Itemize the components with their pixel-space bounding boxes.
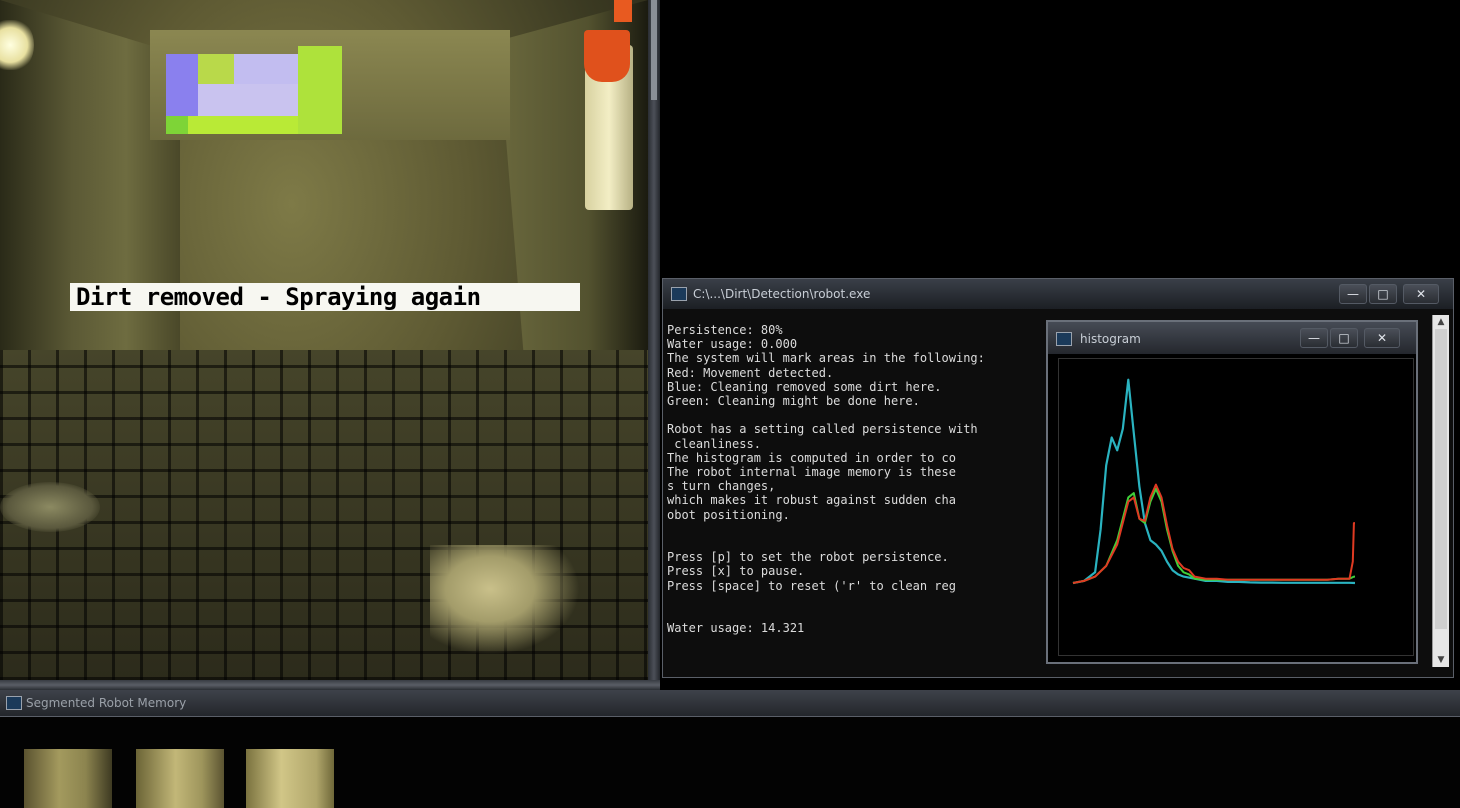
console-close-button[interactable]: ✕ (1403, 284, 1439, 304)
camera-view: Dirt removed - Spraying again (0, 0, 648, 680)
memory-window-title: Segmented Robot Memory (26, 696, 187, 710)
overlay-green-region (298, 46, 342, 134)
histogram-close-button[interactable]: ✕ (1364, 328, 1400, 348)
console-line: Red: Movement detected. (667, 365, 834, 380)
console-line: s turn changes, (667, 479, 776, 494)
histogram-titlebar[interactable]: histogram — □ ✕ (1048, 322, 1416, 354)
memory-window (0, 717, 1460, 808)
memory-thumbnail (24, 749, 112, 808)
console-line: The system will mark areas in the follow… (667, 351, 985, 366)
console-line: Water usage: 0.000 (667, 337, 798, 352)
console-titlebar[interactable]: C:\...\Dirt\Detection\robot.exe — □ ✕ (663, 279, 1453, 309)
camera-scrollbar[interactable] (651, 0, 657, 100)
console-scrollbar[interactable]: ▲ ▼ (1432, 315, 1449, 667)
overlay-blue-region (234, 54, 298, 84)
console-minimize-button[interactable]: — (1339, 284, 1367, 304)
console-line: Press [p] to set the robot persistence. (667, 550, 949, 565)
console-title: C:\...\Dirt\Detection\robot.exe (693, 287, 871, 301)
overlay-blue-region (166, 54, 198, 116)
console-line: Press [x] to pause. (667, 564, 805, 579)
overlay-green-region (166, 116, 188, 134)
console-maximize-button[interactable]: □ (1369, 284, 1397, 304)
console-line: Water usage: 14.321 (667, 621, 805, 636)
console-line: The histogram is computed in order to co (667, 450, 956, 465)
histogram-chart (1072, 378, 1356, 585)
histogram-maximize-button[interactable]: □ (1330, 328, 1358, 348)
status-label: Dirt removed - Spraying again (70, 283, 580, 311)
lamp-glare (0, 20, 34, 70)
console-line: cleanliness. (667, 436, 761, 451)
console-output: Persistence: 80% Water usage: 0.000 The sy… (667, 323, 1051, 673)
console-line: Press [space] to reset ('r' to clean reg (667, 578, 956, 593)
scroll-up-icon[interactable]: ▲ (1433, 315, 1449, 329)
orange-tab (614, 0, 632, 22)
overlay-green-region (198, 54, 234, 84)
console-line: Green: Cleaning might be done here. (667, 394, 920, 409)
memory-app-icon (6, 696, 22, 710)
overlay-blue-region (198, 84, 298, 116)
histogram-window: histogram — □ ✕ (1046, 320, 1418, 664)
histogram-plot (1058, 358, 1414, 656)
console-app-icon (671, 287, 687, 301)
console-line: Blue: Cleaning removed some dirt here. (667, 379, 942, 394)
memory-thumbnail (246, 749, 334, 808)
scroll-thumb[interactable] (1435, 329, 1447, 629)
console-line: The robot internal image memory is these (667, 465, 956, 480)
scroll-down-icon[interactable]: ▼ (1433, 653, 1449, 667)
console-line: which makes it robust against sudden cha (667, 493, 956, 508)
histogram-series-red (1072, 483, 1355, 584)
memory-window-titlebar[interactable]: Segmented Robot Memory (0, 690, 1460, 717)
histogram-title: histogram (1080, 332, 1141, 346)
histogram-app-icon (1056, 332, 1072, 346)
camera-window-border-bottom (0, 680, 660, 690)
dirt-patch (430, 545, 580, 655)
console-line: Robot has a setting called persistence w… (667, 422, 978, 437)
histogram-series-green (1072, 487, 1355, 584)
histogram-series-cyan (1072, 378, 1356, 585)
camera-window-border (648, 0, 660, 690)
orange-cap (584, 30, 630, 82)
debris-blob (0, 482, 100, 532)
console-line: Persistence: 80% (667, 323, 783, 337)
histogram-minimize-button[interactable]: — (1300, 328, 1328, 348)
memory-thumbnail (136, 749, 224, 808)
console-line: obot positioning. (667, 507, 790, 522)
